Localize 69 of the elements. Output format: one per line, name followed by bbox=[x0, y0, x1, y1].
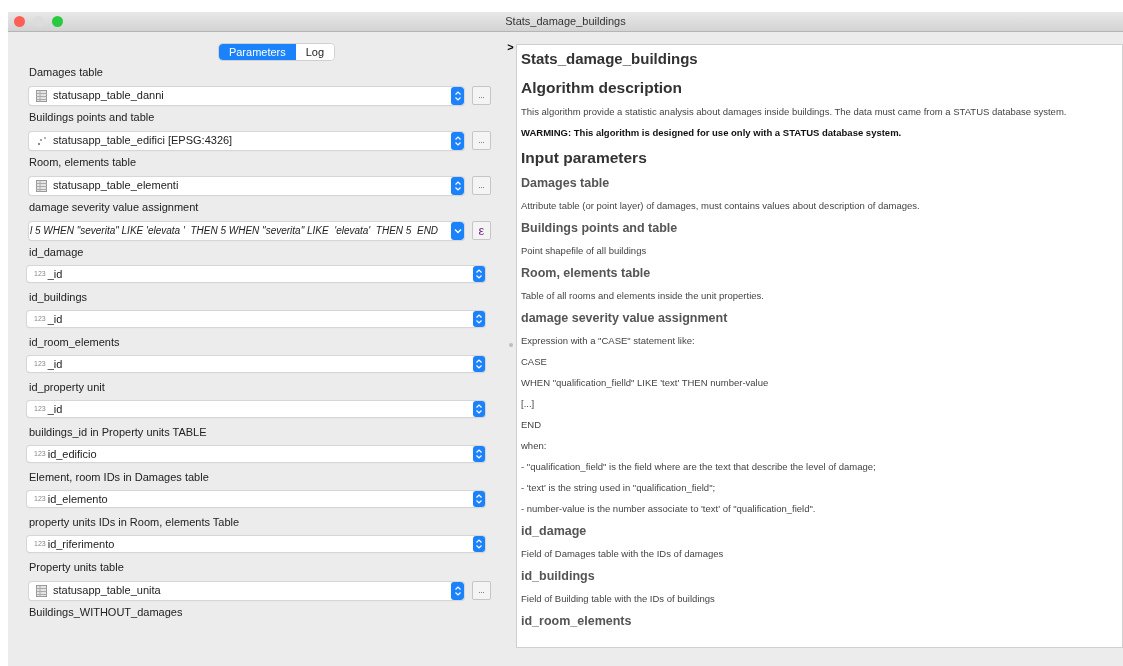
layer-combobox[interactable]: statusapp_table_edifici [EPSG:4326] bbox=[29, 131, 464, 150]
layer-combobox[interactable]: statusapp_table_elementi bbox=[29, 176, 464, 195]
parameter-label: Buildings_WITHOUT_damages bbox=[29, 605, 184, 620]
stepper-arrows-icon[interactable] bbox=[473, 446, 485, 462]
browse-button[interactable]: ... bbox=[472, 131, 491, 150]
table-icon bbox=[36, 179, 47, 192]
stepper-arrows-icon[interactable] bbox=[473, 266, 485, 282]
stepper-arrows-icon[interactable] bbox=[451, 86, 464, 105]
layer-combobox[interactable]: statusapp_table_danni bbox=[29, 86, 464, 105]
layer-combobox[interactable]: statusapp_table_unita bbox=[29, 581, 464, 600]
help-heading: Algorithm description bbox=[520, 78, 684, 97]
help-heading: Input parameters bbox=[520, 148, 648, 167]
table-icon bbox=[36, 584, 47, 597]
help-text: CASE bbox=[520, 355, 548, 368]
help-subheading: Room, elements table bbox=[520, 265, 652, 281]
help-subheading: id_room_elements bbox=[520, 613, 633, 629]
help-text: Point shapefile of all buildings bbox=[520, 244, 648, 257]
stepper-arrows-icon[interactable] bbox=[451, 131, 464, 150]
parameter-label: id_property unit bbox=[29, 380, 106, 395]
help-subheading: Damages table bbox=[520, 175, 611, 191]
help-text: - number-value is the number associate to 'text' of "qualification_field". bbox=[520, 502, 817, 515]
parameter-label: id_room_elements bbox=[29, 335, 121, 350]
stepper-arrows-icon[interactable] bbox=[451, 581, 464, 600]
expression-builder-button[interactable]: ε bbox=[472, 221, 491, 240]
expression-field[interactable]: l 5 WHEN "severita" LIKE 'elevata ' THEN 5 WHEN "severita" LIKE 'elevata' THEN 5 END bbox=[29, 221, 464, 240]
parameter-label: damage severity value assignment bbox=[29, 200, 200, 215]
help-text: [...] bbox=[520, 397, 536, 410]
splitter-handle[interactable] bbox=[508, 343, 513, 347]
collapse-toggle[interactable]: > bbox=[507, 42, 514, 53]
parameter-label: id_damage bbox=[29, 245, 85, 260]
help-subheading: damage severity value assignment bbox=[520, 310, 729, 326]
table-icon bbox=[36, 89, 47, 102]
parameter-label: id_buildings bbox=[29, 290, 89, 305]
parameter-label: property units IDs in Room, elements Table bbox=[29, 515, 241, 530]
stepper-arrows-icon[interactable] bbox=[473, 311, 485, 327]
help-subheading: Buildings points and table bbox=[520, 220, 679, 236]
stepper-arrows-icon[interactable] bbox=[473, 491, 485, 507]
browse-button[interactable]: ... bbox=[472, 176, 491, 195]
stepper-arrows-icon[interactable] bbox=[473, 356, 485, 372]
help-text: - "qualification_field" is the field where are the text that describe the level of damage; bbox=[520, 460, 877, 473]
help-text: END bbox=[520, 418, 543, 431]
close-button[interactable] bbox=[14, 16, 25, 27]
parameter-label: buildings_id in Property units TABLE bbox=[29, 425, 208, 440]
parameter-label: Damages table bbox=[29, 65, 104, 80]
help-text: Table of all rooms and elements inside the unit properties. bbox=[520, 289, 765, 302]
help-text: WHEN "qualification_fielld" LIKE 'text' THEN number-value bbox=[520, 376, 770, 389]
browse-button[interactable]: ... bbox=[472, 86, 491, 105]
help-text: Attribute table (or point layer) of damages, must contains values about description of damages. bbox=[520, 199, 921, 212]
browse-button[interactable]: ... bbox=[472, 581, 491, 600]
help-text: - 'text' is the string used in "qualification_field"; bbox=[520, 481, 717, 494]
stepper-arrows-icon[interactable] bbox=[473, 536, 485, 552]
help-text: Field of Damages table with the IDs of damages bbox=[520, 547, 725, 560]
stepper-arrows-icon[interactable] bbox=[473, 401, 485, 417]
help-subheading: id_buildings bbox=[520, 568, 596, 584]
window-title: Stats_damage_buildings bbox=[505, 14, 626, 30]
parameter-label: Room, elements table bbox=[29, 155, 137, 170]
parameter-label: Element, room IDs in Damages table bbox=[29, 470, 210, 485]
help-text: Field of Building table with the IDs of buildings bbox=[520, 592, 716, 605]
parameter-label: Property units table bbox=[29, 560, 125, 575]
help-subheading: id_damage bbox=[520, 523, 588, 539]
stepper-arrows-icon[interactable] bbox=[451, 176, 464, 195]
points-icon bbox=[36, 134, 47, 147]
help-text: Expression with a "CASE" statement like: bbox=[520, 334, 696, 347]
help-title: Stats_damage_buildings bbox=[520, 50, 699, 68]
tab[interactable]: Parameters bbox=[218, 44, 296, 60]
parameter-label: Buildings points and table bbox=[29, 110, 156, 125]
help-text: This algorithm provide a statistic analysis about damages inside buildings. The data must came from a STATUS database system. bbox=[520, 105, 1068, 118]
help-warning: WARMING: This algorithm is designed for use only with a STATUS database system. bbox=[520, 126, 903, 139]
help-text: when: bbox=[520, 439, 548, 452]
